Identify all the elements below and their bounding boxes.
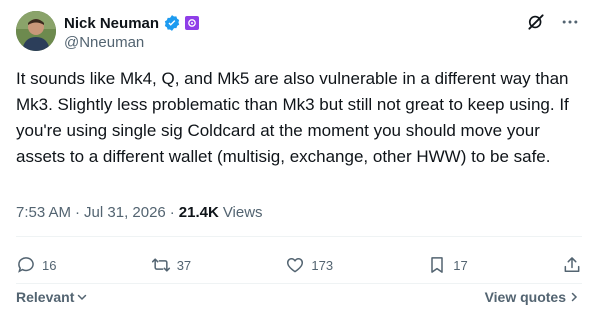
- repost-icon: [151, 258, 170, 272]
- replies-footer: Relevant View quotes: [16, 288, 580, 306]
- reply-icon: [18, 257, 34, 273]
- avatar[interactable]: [16, 11, 56, 51]
- view-quotes-label: View quotes: [484, 289, 566, 305]
- heart-icon: [287, 258, 304, 273]
- view-quotes-link[interactable]: View quotes: [485, 289, 580, 305]
- bookmark-button[interactable]: 17: [427, 255, 468, 275]
- sort-label: Relevant: [16, 289, 75, 305]
- repost-count: 37: [176, 257, 192, 273]
- verified-badge-icon[interactable]: [163, 14, 181, 32]
- like-count: 173: [311, 257, 334, 273]
- tweet-action-bar: 16 37 173 17: [16, 252, 582, 278]
- tweet-date[interactable]: Jul 31, 2026: [84, 204, 166, 221]
- sort-dropdown[interactable]: Relevant: [16, 289, 88, 305]
- author-handle[interactable]: @Nneuman: [64, 34, 144, 51]
- tweet-meta: 7:53 AM · Jul 31, 2026 · 21.4K Views: [16, 204, 263, 221]
- reply-count: 16: [42, 257, 57, 273]
- views-count: 21.4K: [178, 204, 219, 221]
- author-name[interactable]: Nick Neuman: [64, 15, 159, 32]
- tweet-header-actions: [526, 12, 580, 32]
- grok-icon[interactable]: [526, 12, 546, 32]
- reply-button[interactable]: 16: [16, 255, 56, 275]
- like-button[interactable]: 173: [285, 255, 333, 275]
- divider: [16, 236, 582, 237]
- share-icon: [564, 257, 580, 272]
- divider: [16, 283, 582, 284]
- chevron-down-icon: [78, 294, 87, 301]
- tweet-text: It sounds like Mk4, Q, and Mk5 are also …: [16, 69, 569, 166]
- meta-separator-2: ·: [169, 204, 175, 221]
- tweet-time[interactable]: 7:53 AM: [16, 204, 71, 221]
- views-label: Views: [222, 204, 263, 221]
- share-button[interactable]: [562, 255, 582, 275]
- repost-button[interactable]: 37: [151, 255, 191, 275]
- bookmark-count: 17: [453, 257, 468, 273]
- bookmark-icon: [431, 257, 444, 273]
- more-icon[interactable]: [560, 12, 580, 32]
- author-name-row: Nick Neuman: [64, 13, 200, 33]
- chevron-right-icon: [571, 292, 578, 302]
- meta-separator: ·: [75, 204, 81, 221]
- affiliate-badge-icon[interactable]: [185, 16, 200, 30]
